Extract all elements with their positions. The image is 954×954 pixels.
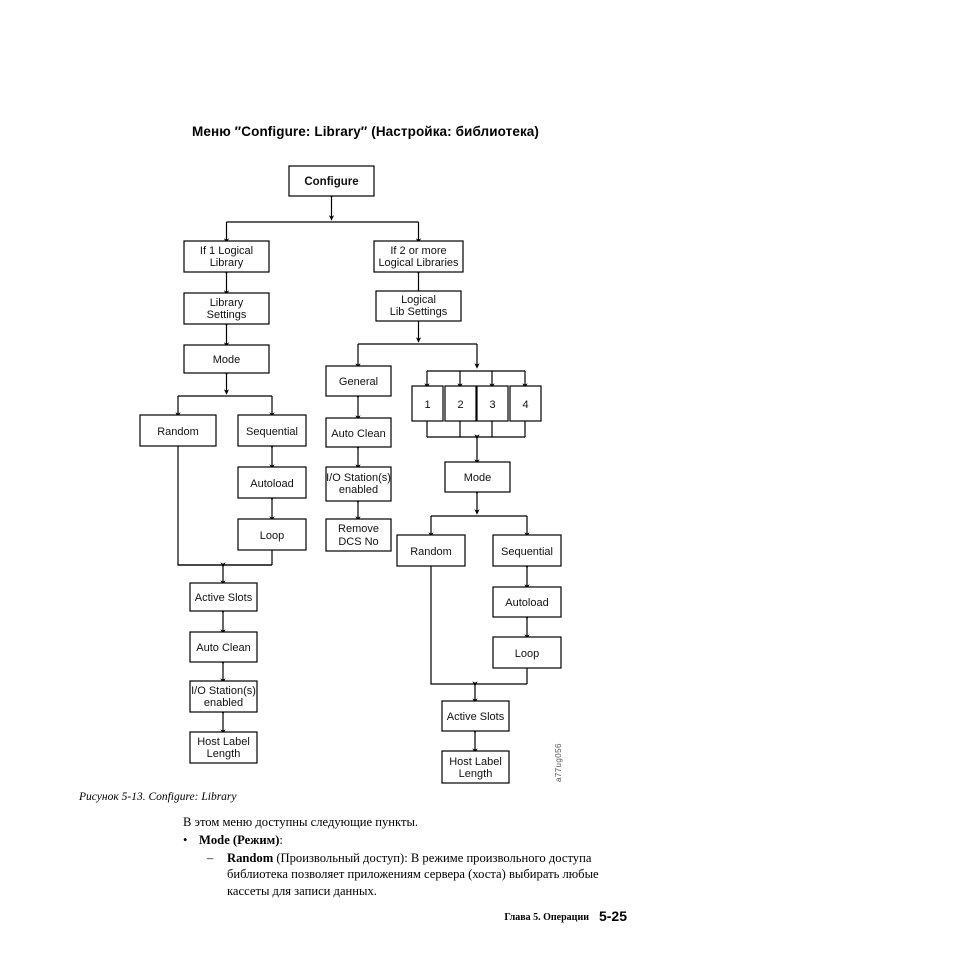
node-logical-lib-settings-label-line2: Lib Settings xyxy=(390,306,448,318)
node-logical-library-4[interactable]: 4 xyxy=(509,385,542,422)
node-general-label: General xyxy=(339,376,378,388)
node-logical-lib-settings[interactable]: Logical Lib Settings xyxy=(375,290,462,322)
configure-library-flowchart: Configure If 1 Logical Library If 2 or m… xyxy=(139,165,563,784)
node-remove-dcs-no[interactable]: Remove DCS No xyxy=(325,518,392,552)
node-active-slots-left[interactable]: Active Slots xyxy=(189,582,258,612)
node-logical-lib-settings-label-line1: Logical xyxy=(401,294,436,306)
node-auto-clean-middle[interactable]: Auto Clean xyxy=(325,417,392,448)
node-active-slots-left-label: Active Slots xyxy=(195,592,253,604)
node-io-station-left-label-line2: enabled xyxy=(204,697,243,709)
node-io-station-left-label-line1: I/O Station(s) xyxy=(191,685,256,697)
node-mode-right-label: Mode xyxy=(464,472,492,484)
node-remove-dcs-no-line1: Remove xyxy=(338,523,379,535)
node-active-slots-right[interactable]: Active Slots xyxy=(441,700,510,732)
node-host-label-length-left[interactable]: Host Label Length xyxy=(189,731,258,764)
figure-caption: Рисунок 5-13. Configure: Library xyxy=(79,791,237,803)
node-random-right-label: Random xyxy=(410,546,452,558)
bullet-random-keyword: Random xyxy=(227,851,274,865)
node-autoload-left-label: Autoload xyxy=(250,478,293,490)
node-logical-library-2-label: 2 xyxy=(457,399,463,411)
node-library-settings-label-line1: Library xyxy=(210,297,244,309)
node-logical-library-3-label: 3 xyxy=(489,399,495,411)
figure-id-label: a77ug056 xyxy=(554,743,563,782)
node-auto-clean-left[interactable]: Auto Clean xyxy=(189,631,258,663)
node-logical-library-4-label: 4 xyxy=(522,399,528,411)
node-general[interactable]: General xyxy=(325,365,392,397)
node-remove-dcs-no-line2: DCS No xyxy=(338,536,378,548)
node-auto-clean-middle-label: Auto Clean xyxy=(331,428,385,440)
node-if-1-logical-library[interactable]: If 1 Logical Library xyxy=(183,240,270,273)
node-logical-library-3[interactable]: 3 xyxy=(476,385,509,422)
dash-marker: – xyxy=(207,851,214,865)
node-mode-right[interactable]: Mode xyxy=(444,461,511,493)
node-configure-label: Configure xyxy=(304,176,358,188)
node-mode-left-label: Mode xyxy=(213,354,241,366)
bullet-random-body: (Произвольный доступ): В режиме произвол… xyxy=(227,851,599,898)
node-if-2-or-more-label-line1: If 2 or more xyxy=(390,245,446,257)
bullet-random: – Random (Произвольный доступ): В режиме… xyxy=(207,850,637,899)
node-host-label-length-left-line1: Host Label xyxy=(197,736,250,748)
bullet-mode: • Mode (Режим): xyxy=(183,832,283,848)
node-logical-library-1-label: 1 xyxy=(424,399,430,411)
node-io-station-middle-line1: I/O Station(s) xyxy=(326,472,391,484)
node-sequential-right[interactable]: Sequential xyxy=(492,534,562,567)
node-if-2-or-more-logical-libraries[interactable]: If 2 or more Logical Libraries xyxy=(373,240,464,273)
node-loop-left[interactable]: Loop xyxy=(237,518,307,551)
bullet-mode-tail: : xyxy=(279,833,283,847)
node-autoload-right-label: Autoload xyxy=(505,597,548,609)
node-if-1-logical-library-label-line2: Library xyxy=(210,257,244,269)
node-logical-library-2[interactable]: 2 xyxy=(444,385,477,422)
footer-page-number: 5-25 xyxy=(598,908,627,924)
node-sequential-right-label: Sequential xyxy=(501,546,553,558)
node-logical-library-1[interactable]: 1 xyxy=(411,385,444,422)
node-sequential-left-label: Sequential xyxy=(246,426,298,438)
bullet-mode-text: Mode (Режим): xyxy=(199,832,283,848)
node-library-settings-label-line2: Settings xyxy=(207,309,247,321)
node-host-label-length-right[interactable]: Host Label Length xyxy=(441,750,510,784)
node-library-settings[interactable]: Library Settings xyxy=(183,292,270,325)
bullet-random-text: Random (Произвольный доступ): В режиме п… xyxy=(227,850,637,899)
node-host-label-length-right-line2: Length xyxy=(459,768,493,780)
footer-chapter: Глава 5. Операции xyxy=(504,912,589,923)
node-loop-right[interactable]: Loop xyxy=(492,636,562,669)
node-loop-left-label: Loop xyxy=(260,530,284,542)
bullet-marker: • xyxy=(183,833,188,847)
node-random-left[interactable]: Random xyxy=(139,414,217,447)
node-autoload-left[interactable]: Autoload xyxy=(237,466,307,499)
node-random-left-label: Random xyxy=(157,426,199,438)
node-io-station-middle-line2: enabled xyxy=(339,484,378,496)
node-auto-clean-left-label: Auto Clean xyxy=(196,642,250,654)
node-active-slots-right-label: Active Slots xyxy=(447,711,505,723)
node-io-station-left[interactable]: I/O Station(s) enabled xyxy=(189,680,258,713)
page-footer: Глава 5. Операции 5-25 xyxy=(504,908,627,924)
node-mode-left[interactable]: Mode xyxy=(183,344,270,374)
node-configure[interactable]: Configure xyxy=(288,165,375,197)
intro-paragraph: В этом меню доступны следующие пункты. xyxy=(183,815,419,829)
node-if-1-logical-library-label-line1: If 1 Logical xyxy=(200,245,253,257)
document-page: Меню ″Configure: Library″ (Настройка: би… xyxy=(0,0,954,954)
node-random-right[interactable]: Random xyxy=(396,534,466,567)
node-io-station-middle[interactable]: I/O Station(s) enabled xyxy=(325,466,392,502)
bullet-mode-keyword: Mode (Режим) xyxy=(199,833,280,847)
node-autoload-right[interactable]: Autoload xyxy=(492,586,562,618)
node-if-2-or-more-label-line2: Logical Libraries xyxy=(378,257,459,269)
node-host-label-length-left-line2: Length xyxy=(207,748,241,760)
node-sequential-left[interactable]: Sequential xyxy=(237,414,307,447)
node-host-label-length-right-line1: Host Label xyxy=(449,756,502,768)
node-loop-right-label: Loop xyxy=(515,648,539,660)
